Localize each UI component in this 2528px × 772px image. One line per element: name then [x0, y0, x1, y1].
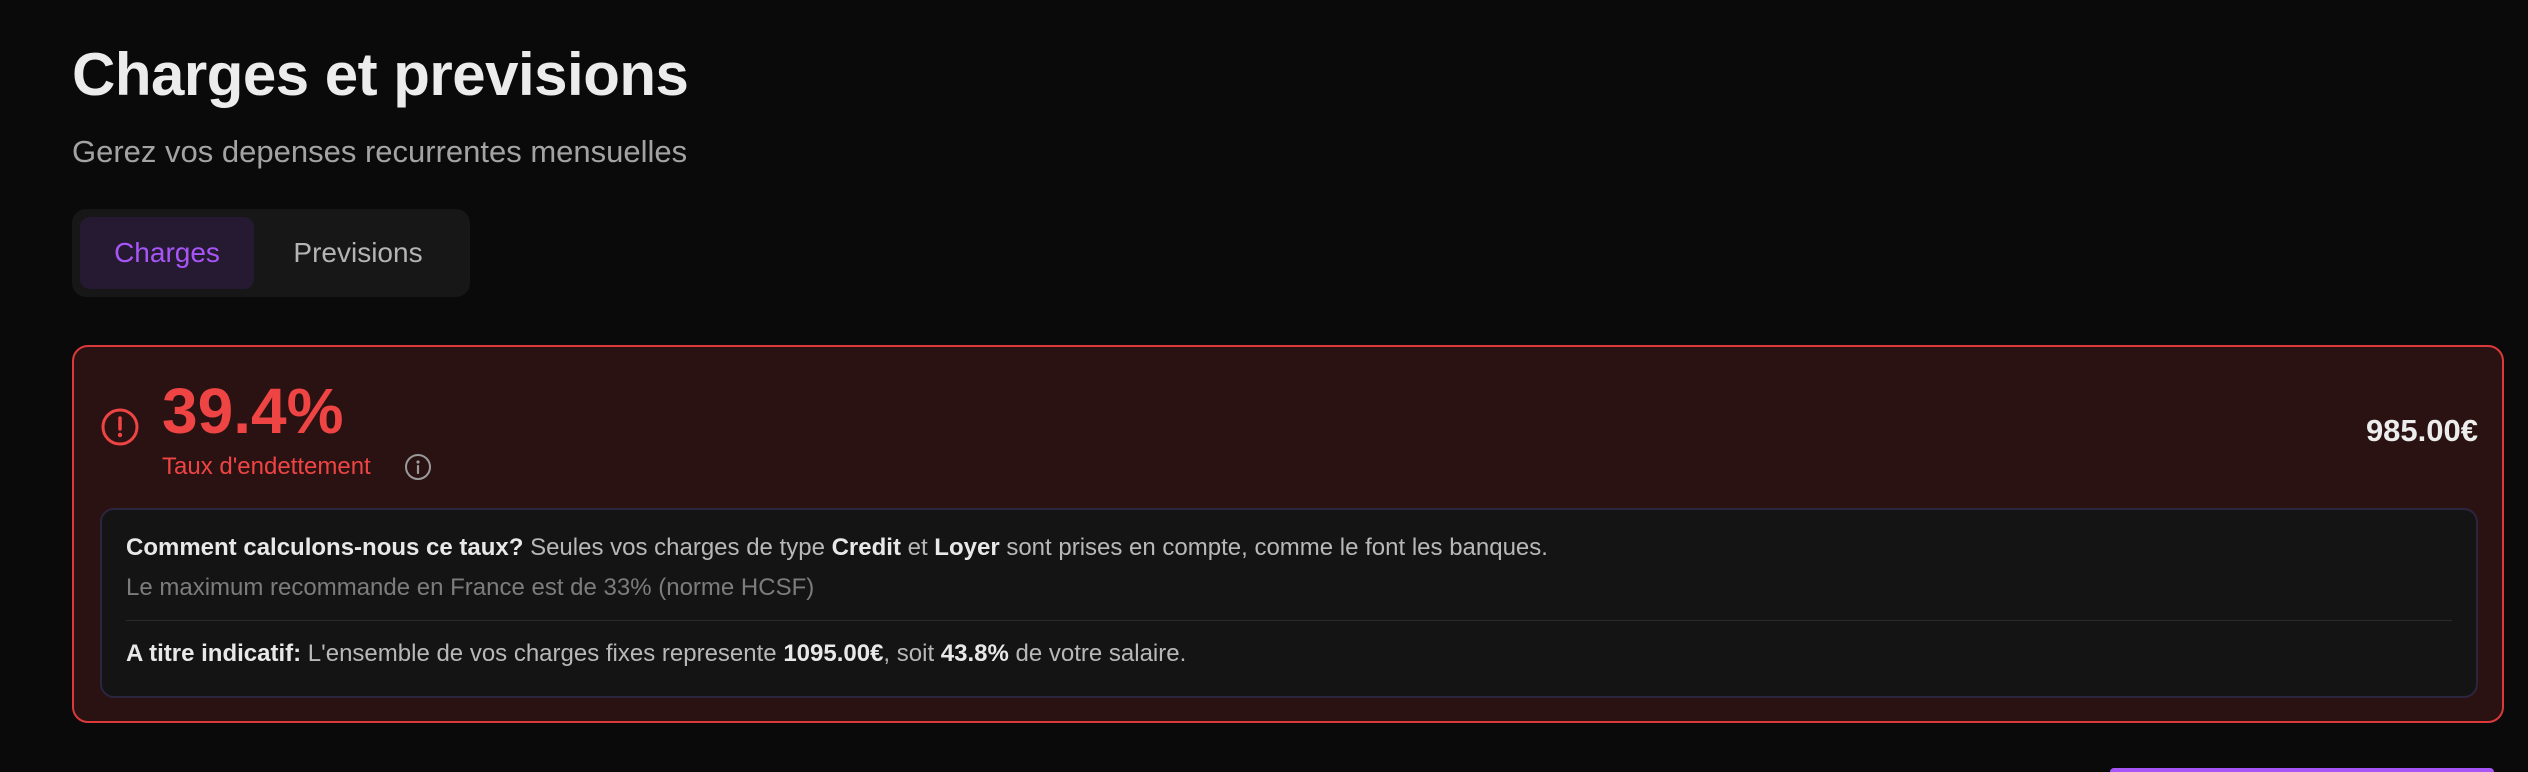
info-icon[interactable]: [404, 453, 432, 481]
debt-ratio-value: 39.4%: [162, 375, 344, 447]
question-text: sont prises en compte, comme le font les…: [999, 534, 1548, 561]
page: Charges et previsions Gerez vos depenses…: [0, 0, 2528, 772]
alert-circle-icon: [100, 407, 140, 447]
divider: [126, 620, 2452, 621]
indicative-label: A titre indicatif:: [126, 640, 302, 667]
monthly-amount: 985.00€: [2365, 413, 2478, 448]
question-text: Seules vos charges de type: [523, 534, 832, 561]
indicative-text: , soit: [883, 640, 941, 667]
fixed-charges-percent: 43.8%: [940, 640, 1009, 667]
page-subtitle: Gerez vos depenses recurrentes mensuelle…: [72, 134, 688, 169]
debt-ratio-card: 39.4% Taux d'endettement 985.00€ Comment…: [72, 345, 2504, 723]
question-label: Comment calculons-nous ce taux?: [126, 534, 524, 561]
credit-type: Credit: [831, 534, 901, 561]
page-title: Charges et previsions: [72, 41, 689, 108]
indicative-text: L'ensemble de vos charges fixes represen…: [301, 640, 784, 667]
rent-type: Loyer: [934, 534, 1000, 561]
question-text: et: [900, 534, 935, 561]
debt-ratio-label: Taux d'endettement: [162, 453, 371, 480]
max-recommended-note: Le maximum recommande en France est de 3…: [126, 574, 815, 601]
indicative-summary: A titre indicatif: L'ensemble de vos cha…: [126, 638, 1186, 670]
tab-previsions[interactable]: Previsions: [254, 217, 462, 289]
explanation-panel: Comment calculons-nous ce taux? Seules v…: [100, 508, 2478, 698]
tab-list: Charges Previsions: [72, 209, 470, 297]
add-button-edge[interactable]: [2110, 768, 2494, 772]
tab-charges[interactable]: Charges: [80, 217, 254, 289]
fixed-charges-total: 1095.00€: [783, 640, 884, 667]
indicative-text: de votre salaire.: [1008, 640, 1187, 667]
explanation-question: Comment calculons-nous ce taux? Seules v…: [126, 532, 1548, 564]
